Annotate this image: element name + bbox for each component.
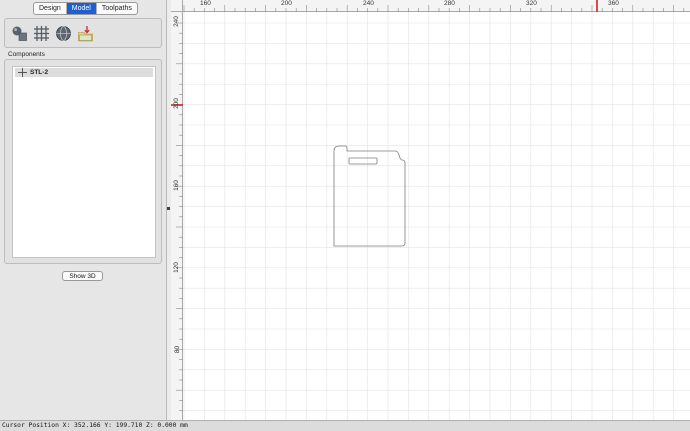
show-3d-button[interactable]: Show 3D [62, 271, 103, 281]
tab-toolpaths[interactable]: Toolpaths [97, 3, 137, 14]
tab-design[interactable]: Design [34, 3, 67, 14]
import-model-icon[interactable] [77, 25, 94, 42]
ruler-label: 200 [172, 98, 180, 109]
component-label: STL-2 [30, 69, 49, 76]
ruler-label: 320 [526, 0, 537, 7]
tab-bar: Design Model Toolpaths [33, 2, 138, 15]
components-heading: Components [8, 51, 45, 58]
ruler-corner [171, 0, 183, 12]
drawing-canvas[interactable]: 160 200 240 280 320 360 240 200 160 120 … [171, 0, 690, 420]
stl-handle-cutout [348, 157, 378, 165]
components-list: STL-2 [12, 66, 156, 258]
ruler-label: 280 [444, 0, 455, 7]
component-plus-icon [18, 68, 27, 77]
ruler-label: 80 [174, 345, 182, 354]
ruler-label: 360 [608, 0, 619, 7]
mesh-grid-icon[interactable] [33, 25, 50, 42]
left-panel: Design Model Toolpaths Components STL-2 … [0, 0, 167, 420]
model-toolbar [4, 18, 162, 48]
transform-object-icon[interactable] [11, 25, 28, 42]
status-bar: Cursor Position X: 352.166 Y: 199.710 Z:… [0, 420, 690, 431]
ruler-label: 240 [363, 0, 374, 7]
ruler-label: 160 [200, 0, 211, 7]
cursor-position-readout: Cursor Position X: 352.166 Y: 199.710 Z:… [2, 422, 188, 429]
stl-outline-shape[interactable] [333, 145, 406, 247]
sphere-icon[interactable] [55, 25, 72, 42]
ruler-label: 120 [172, 262, 180, 273]
list-item[interactable]: STL-2 [15, 68, 153, 77]
components-panel: STL-2 [4, 59, 162, 264]
ruler-label: 240 [172, 16, 180, 27]
ruler-label: 160 [172, 180, 180, 191]
drawing-grid [183, 12, 690, 420]
tab-model[interactable]: Model [66, 3, 97, 14]
horizontal-ruler: 160 200 240 280 320 360 [171, 0, 690, 12]
panel-collapse-handle[interactable] [167, 207, 170, 210]
ruler-label: 200 [281, 0, 292, 7]
vertical-ruler: 240 200 160 120 80 [171, 0, 183, 420]
